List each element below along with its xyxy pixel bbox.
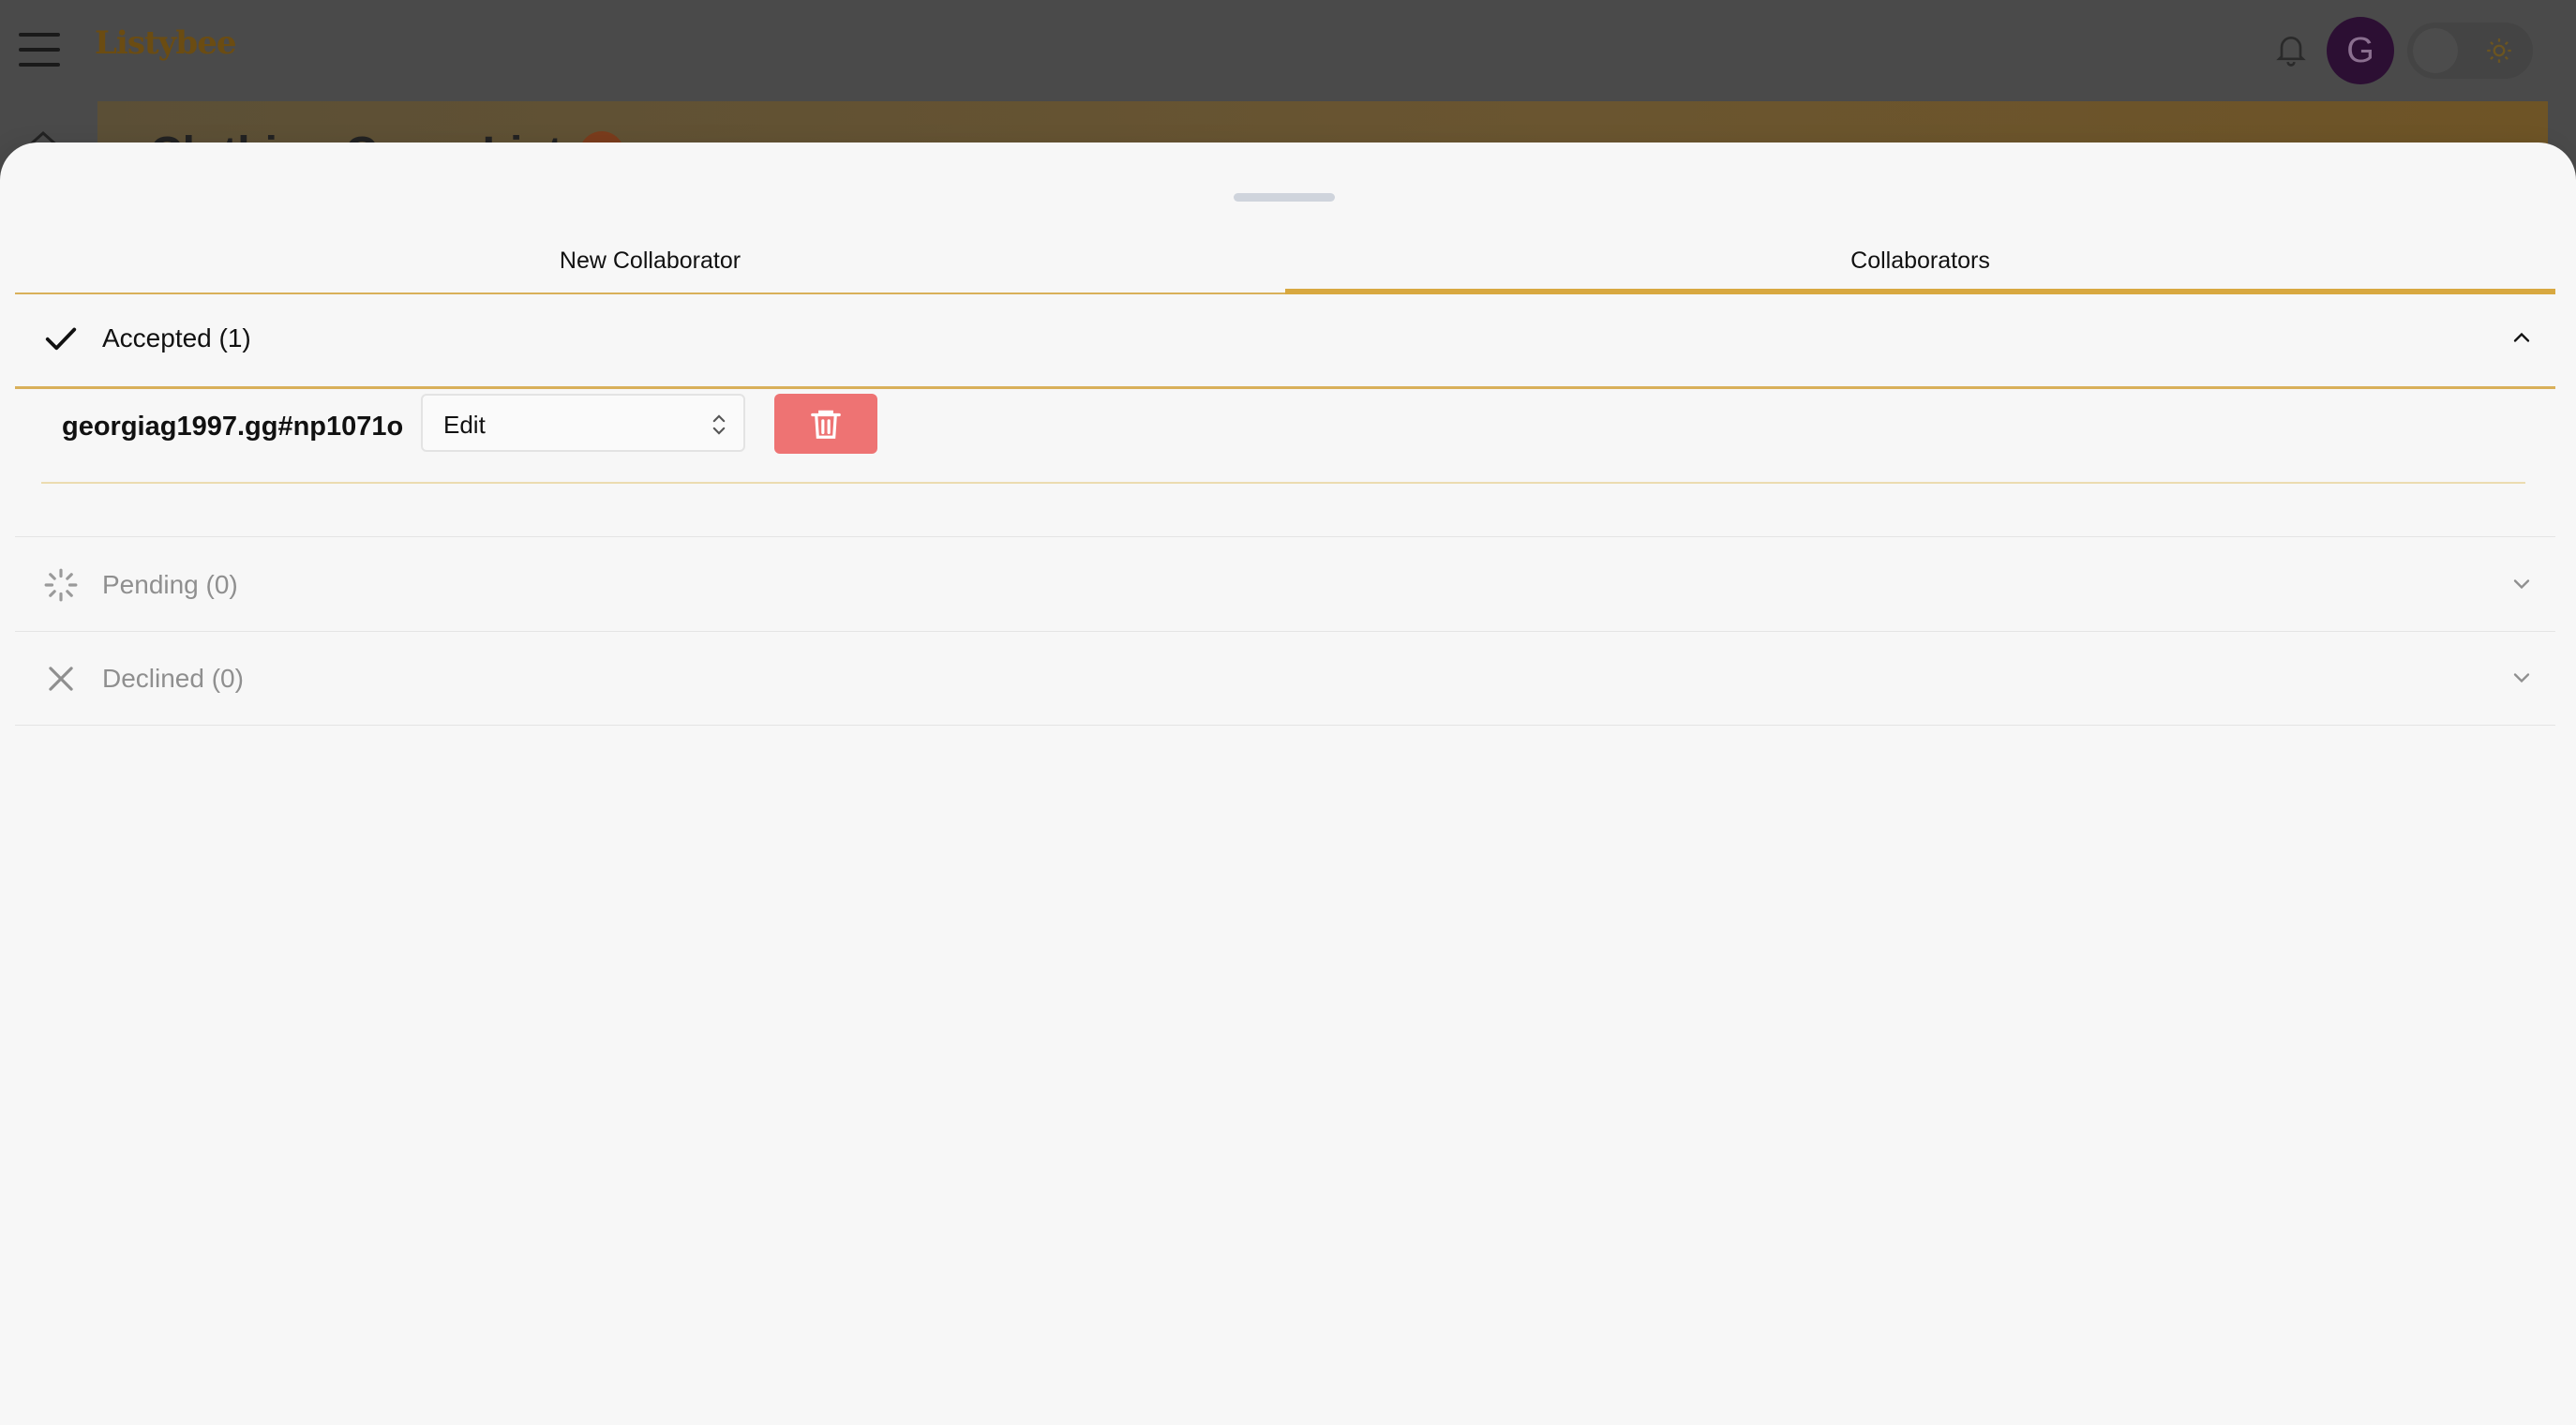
close-icon	[49, 667, 73, 691]
chevron-up-down-icon	[712, 414, 726, 435]
avatar[interactable]: G	[2327, 17, 2394, 84]
app-header: Listybee G	[0, 0, 2576, 101]
trash-icon	[811, 410, 841, 439]
pending-section-header[interactable]: Pending (0)	[15, 536, 2555, 632]
tab-new-collaborator[interactable]: New Collaborator	[15, 242, 1285, 294]
bell-icon[interactable]	[2272, 30, 2310, 68]
role-select-value: Edit	[443, 411, 486, 439]
tab-collaborators[interactable]: Collaborators	[1285, 242, 2555, 294]
sun-icon	[2487, 38, 2511, 63]
check-icon	[45, 327, 77, 351]
accepted-section-label: Accepted (1)	[102, 323, 251, 352]
spinner-icon	[44, 568, 78, 602]
menu-icon[interactable]	[19, 33, 60, 67]
theme-toggle[interactable]	[2407, 22, 2533, 79]
collaborator-row: georgiag1997.gg#np1071o Edit	[41, 388, 2525, 484]
toggle-knob	[2413, 28, 2458, 73]
delete-collaborator-button[interactable]	[774, 394, 877, 454]
chevron-up-icon	[2513, 332, 2530, 342]
app-logo: Listybee	[95, 24, 236, 62]
declined-section-label: Declined (0)	[102, 664, 244, 693]
accepted-section-header[interactable]: Accepted (1)	[15, 291, 2555, 389]
declined-section-header[interactable]: Declined (0)	[15, 631, 2555, 726]
chevron-down-icon	[2513, 579, 2530, 590]
collaborator-username: georgiag1997.gg#np1071o	[62, 412, 404, 442]
drag-handle[interactable]	[1234, 193, 1335, 202]
role-select[interactable]: Edit	[421, 394, 745, 452]
chevron-down-icon	[2513, 673, 2530, 683]
sheet-tabs: New Collaborator Collaborators	[15, 242, 2555, 294]
pending-section-label: Pending (0)	[102, 570, 238, 599]
collaborators-sheet: New Collaborator Collaborators Accepted …	[0, 142, 2576, 1425]
